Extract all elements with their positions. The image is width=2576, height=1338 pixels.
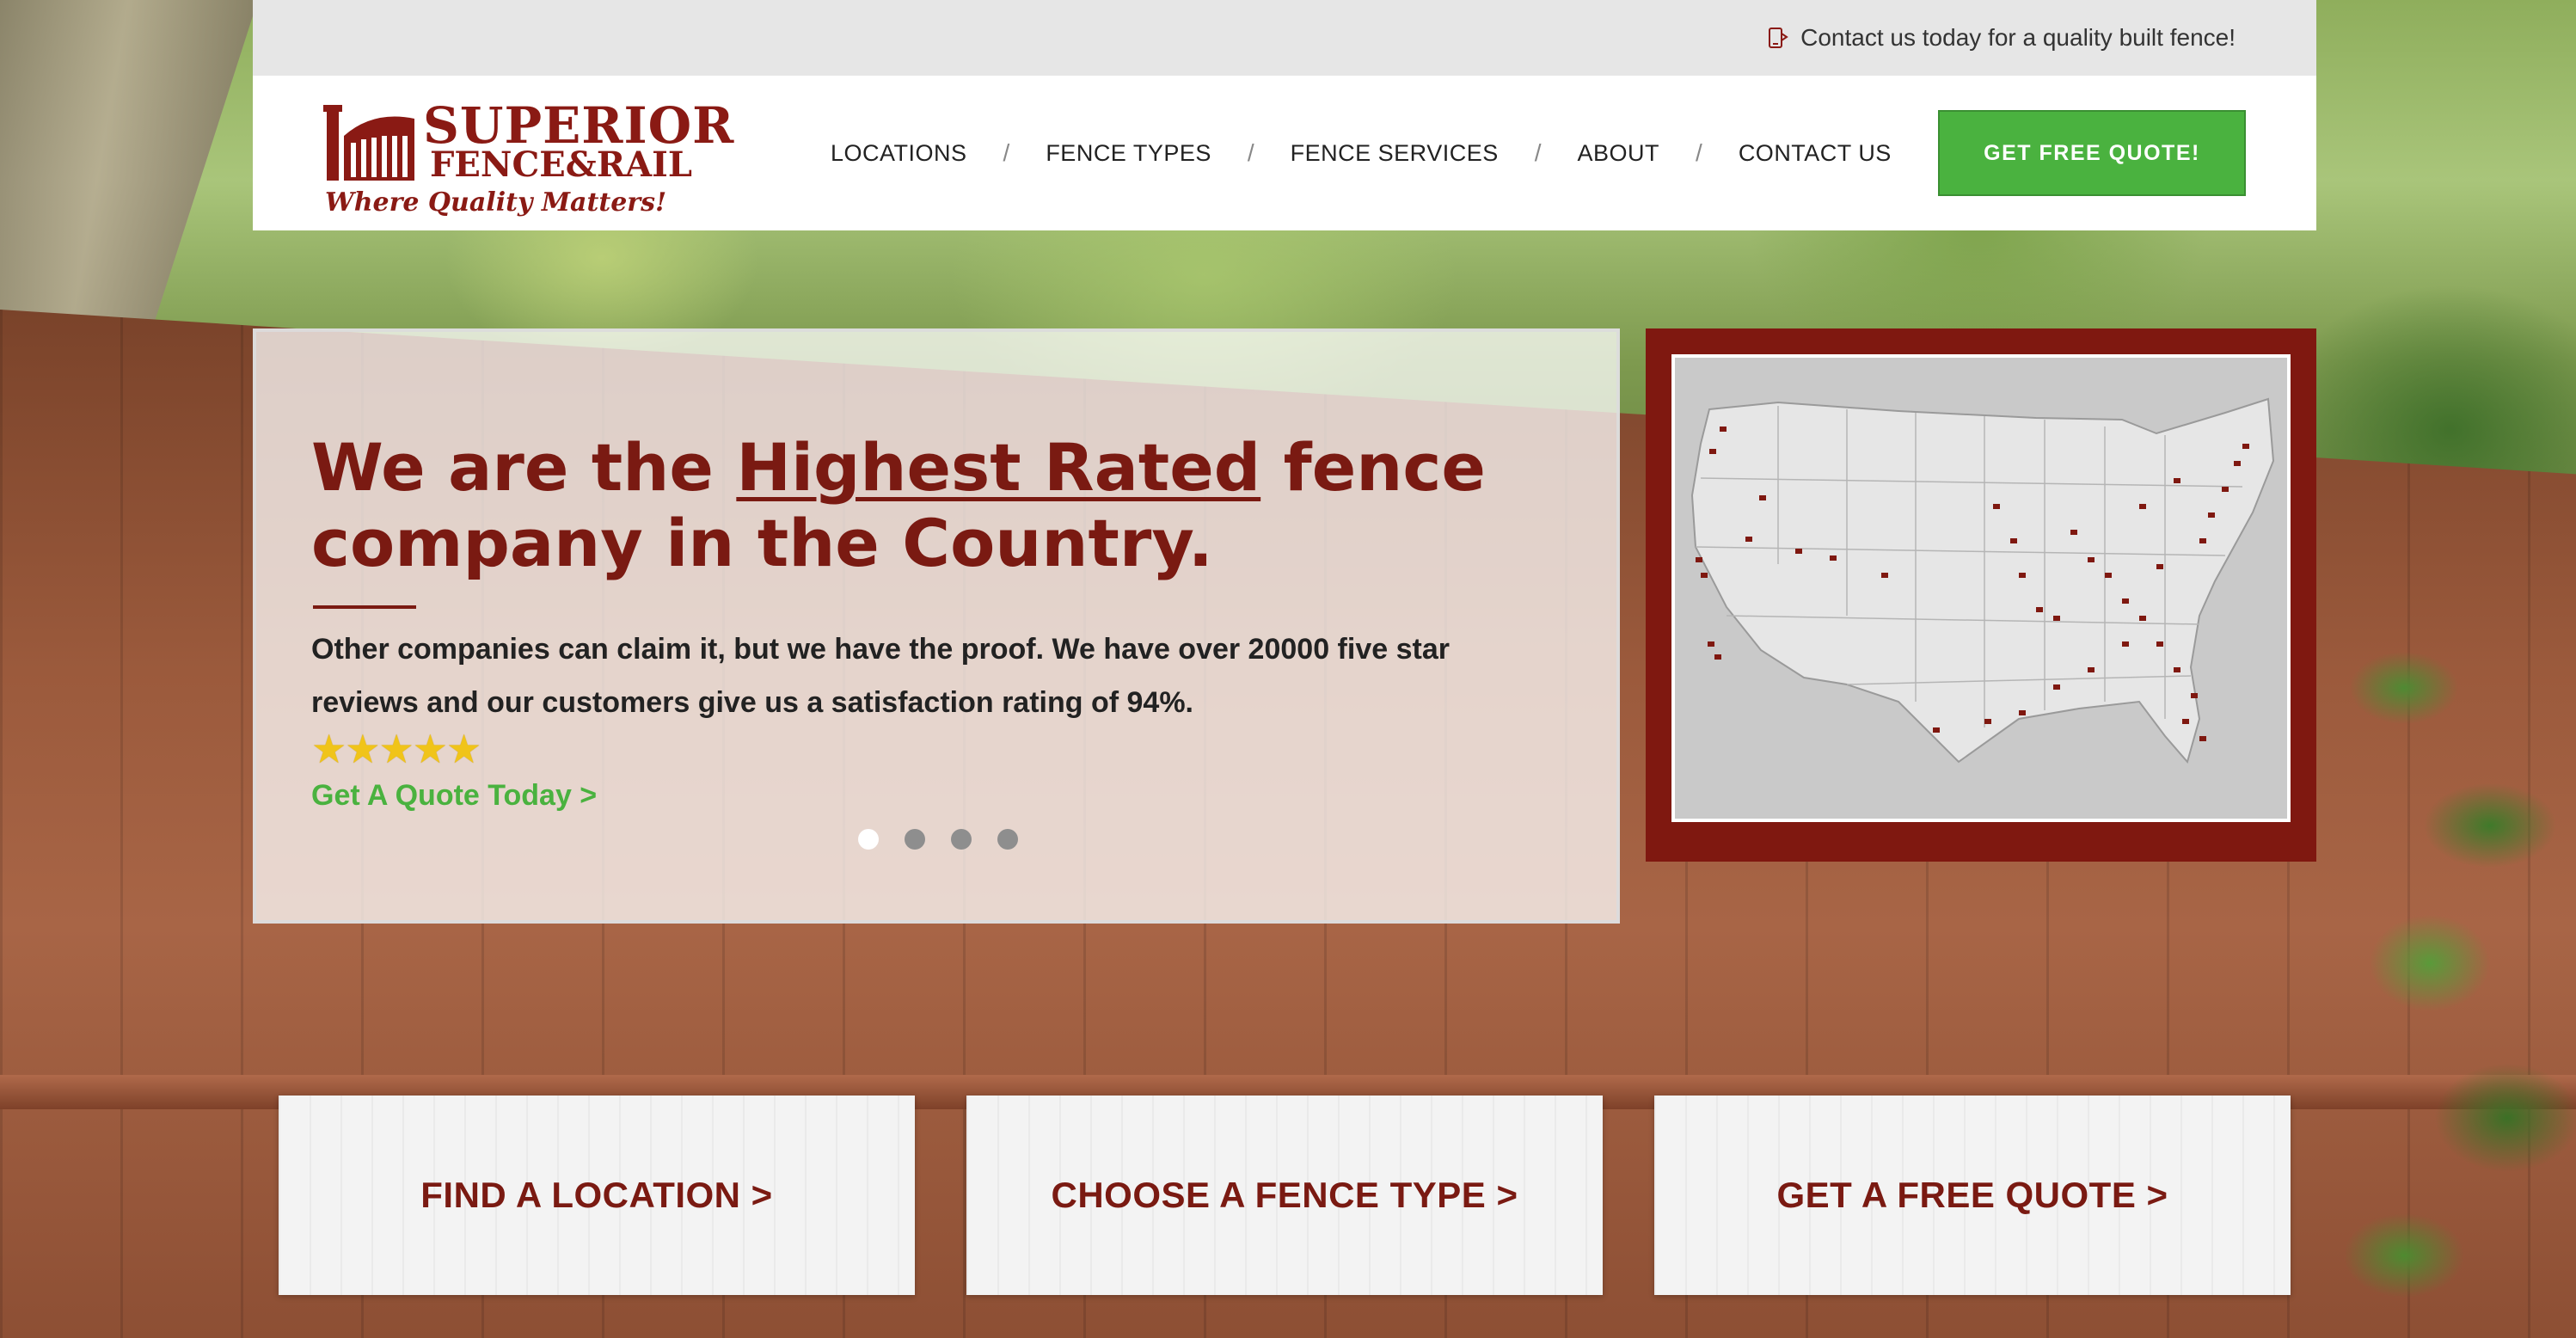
site-header: SUPERIOR FENCE&RAIL Where Quality Matter… [253, 76, 2316, 230]
hero-body: Other companies can claim it, but we hav… [311, 633, 1450, 719]
nav-item-about[interactable]: ABOUT [1578, 140, 1660, 167]
hero-divider [313, 605, 416, 609]
nav-item-locations[interactable]: LOCATIONS [831, 140, 967, 167]
five-star-rating: ★ ★ ★ ★ ★ [311, 727, 482, 771]
free-quote-card[interactable]: GET A FREE QUOTE > [1654, 1096, 2291, 1295]
nav-separator: / [1696, 139, 1702, 166]
main-nav: LOCATIONS / FENCE TYPES / FENCE SERVICES… [831, 76, 1892, 230]
star-icon: ★ [345, 727, 381, 771]
hero-title-pre: We are the [311, 429, 737, 506]
slider-dot-2[interactable] [905, 829, 925, 850]
background-leaves [2301, 602, 2576, 1338]
hero-title-highlight: Highest Rated [736, 429, 1261, 506]
find-location-card[interactable]: FIND A LOCATION > [279, 1096, 915, 1295]
slider-dot-3[interactable] [951, 829, 972, 850]
nav-separator: / [1534, 139, 1542, 166]
slider-dot-4[interactable] [997, 829, 1018, 850]
logo-tagline: Where Quality Matters! [325, 187, 667, 218]
site-logo[interactable]: SUPERIOR FENCE&RAIL Where Quality Matter… [322, 91, 733, 220]
nav-item-contact-us[interactable]: CONTACT US [1739, 140, 1892, 167]
contact-text: Contact us today for a quality built fen… [1800, 24, 2236, 51]
slider-dots [858, 829, 1044, 850]
star-icon: ★ [378, 727, 414, 771]
nav-item-fence-types[interactable]: FENCE TYPES [1046, 140, 1211, 167]
us-locations-map[interactable] [1671, 354, 2291, 822]
choose-fence-type-card[interactable]: CHOOSE A FENCE TYPE > [966, 1096, 1603, 1295]
star-icon: ★ [446, 727, 482, 771]
logo-name-line2: FENCE&RAIL [430, 144, 692, 185]
contact-link[interactable]: Contact us today for a quality built fen… [1766, 24, 2236, 52]
nav-separator: / [1003, 139, 1010, 166]
phone-icon [1769, 28, 1788, 48]
logo-fence-mark [323, 105, 414, 181]
nav-separator: / [1247, 139, 1254, 166]
get-a-quote-link[interactable]: Get A Quote Today > [311, 779, 597, 813]
hero-title: We are the Highest Rated fence company i… [311, 430, 1532, 581]
star-icon: ★ [311, 727, 347, 771]
top-bar: Contact us today for a quality built fen… [253, 0, 2316, 76]
locations-map-panel [1646, 328, 2316, 862]
us-map-graphic [1690, 397, 2275, 764]
hero-slide: We are the Highest Rated fence company i… [253, 328, 1620, 924]
nav-item-fence-services[interactable]: FENCE SERVICES [1291, 140, 1499, 167]
slider-dot-1[interactable] [858, 829, 879, 850]
star-icon: ★ [412, 727, 448, 771]
get-free-quote-button[interactable]: GET FREE QUOTE! [1938, 110, 2246, 196]
